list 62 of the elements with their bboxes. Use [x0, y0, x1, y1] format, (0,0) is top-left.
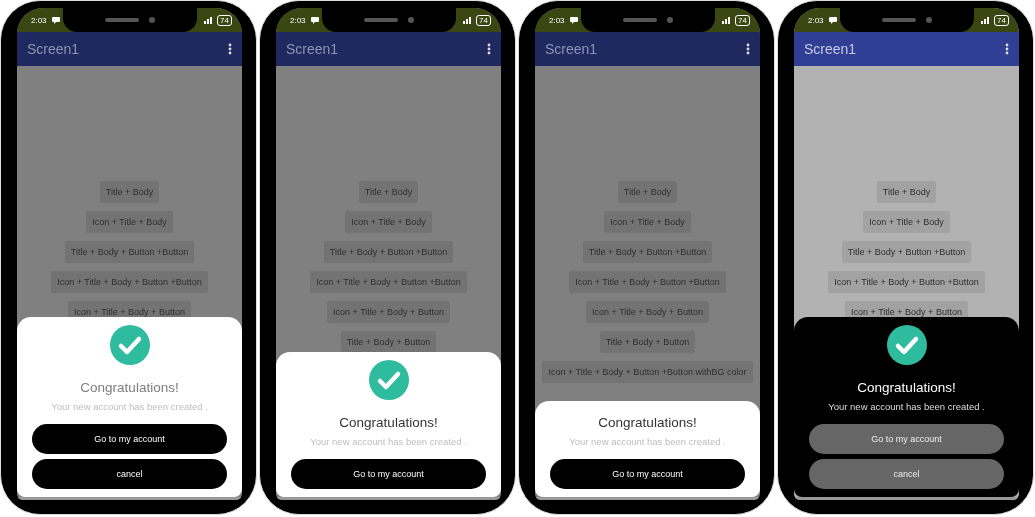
message-icon: [51, 16, 60, 24]
option-button[interactable]: Title + Body: [99, 181, 160, 203]
app-bar-title: Screen1: [545, 41, 598, 57]
option-button[interactable]: Icon + Title + Body: [345, 211, 432, 233]
option-button[interactable]: Title + Body + Button: [599, 331, 696, 353]
dialog-button[interactable]: Go to my account: [809, 424, 1004, 454]
battery-indicator: 74: [735, 14, 750, 26]
dialog-message: Your new account has been created .: [569, 436, 726, 447]
dialog-title: Congratulations!: [598, 415, 697, 430]
option-button[interactable]: Title + Body: [617, 181, 678, 203]
option-button[interactable]: Icon + Title + Body: [86, 211, 173, 233]
option-button[interactable]: Icon + Title + Body + Button +Button withBG color: [542, 361, 753, 383]
option-button[interactable]: Icon + Title + Body + Button +Button: [51, 271, 208, 293]
message-icon: [828, 16, 837, 24]
dialog-button[interactable]: Go to my account: [32, 424, 227, 454]
option-button[interactable]: Title + Body + Button +Button: [841, 241, 972, 263]
dialog-button[interactable]: cancel: [32, 459, 227, 489]
more-icon[interactable]: [228, 43, 232, 55]
signal-icon: [722, 16, 732, 24]
option-button[interactable]: Title + Body + Button +Button: [323, 241, 454, 263]
dialog-button[interactable]: cancel: [809, 459, 1004, 489]
option-button[interactable]: Title + Body + Button +Button: [64, 241, 195, 263]
app-bar-title: Screen1: [286, 41, 339, 57]
option-button[interactable]: Icon + Title + Body + Button: [586, 301, 709, 323]
message-icon: [569, 16, 578, 24]
more-icon[interactable]: [746, 43, 750, 55]
more-icon[interactable]: [487, 43, 491, 55]
option-button[interactable]: Icon + Title + Body + Button +Button: [828, 271, 985, 293]
status-time: 2:03: [549, 15, 565, 25]
option-button[interactable]: Title + Body + Button: [340, 331, 437, 353]
battery-indicator: 74: [476, 14, 491, 26]
app-bar-title: Screen1: [804, 41, 857, 57]
message-icon: [310, 16, 319, 24]
dialog-title: Congratulations!: [339, 415, 438, 430]
dialog-message: Your new account has been created .: [310, 436, 467, 447]
option-button[interactable]: Title + Body: [876, 181, 937, 203]
option-button[interactable]: Title + Body + Button +Button: [582, 241, 713, 263]
check-icon: [368, 360, 409, 400]
status-time: 2:03: [290, 15, 306, 25]
dialog-title: Congratulations!: [857, 380, 956, 395]
option-button[interactable]: Icon + Title + Body + Button: [327, 301, 450, 323]
option-button[interactable]: Icon + Title + Body: [863, 211, 950, 233]
dialog-message: Your new account has been created .: [828, 401, 985, 412]
status-time: 2:03: [31, 15, 47, 25]
dialog-button[interactable]: Go to my account: [291, 459, 486, 489]
signal-icon: [981, 16, 991, 24]
check-icon: [886, 325, 927, 365]
battery-indicator: 74: [217, 14, 232, 26]
signal-icon: [204, 16, 214, 24]
dialog-message: Your new account has been created .: [51, 401, 208, 412]
dialog-button[interactable]: Go to my account: [550, 459, 745, 489]
option-button[interactable]: Icon + Title + Body + Button +Button: [569, 271, 726, 293]
option-button[interactable]: Icon + Title + Body + Button +Button: [310, 271, 467, 293]
app-bar-title: Screen1: [27, 41, 80, 57]
signal-icon: [463, 16, 473, 24]
status-time: 2:03: [808, 15, 824, 25]
dialog-title: Congratulations!: [80, 380, 179, 395]
option-button[interactable]: Icon + Title + Body: [604, 211, 691, 233]
option-button[interactable]: Title + Body: [358, 181, 419, 203]
battery-indicator: 74: [994, 14, 1009, 26]
check-icon: [109, 325, 150, 365]
more-icon[interactable]: [1005, 43, 1009, 55]
